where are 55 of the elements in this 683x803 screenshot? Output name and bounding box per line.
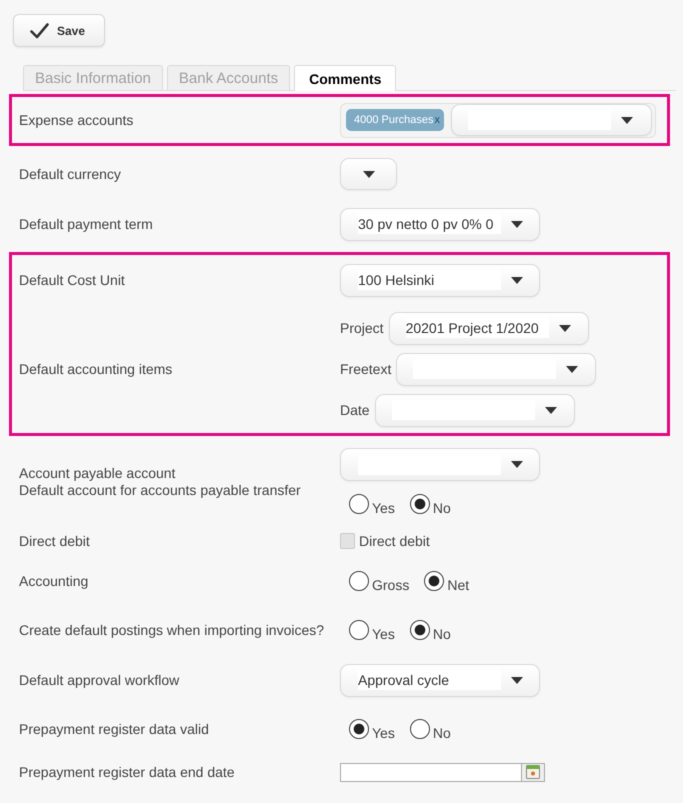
field-label: Default accounting items [19, 360, 174, 378]
radio-label: Yes [372, 500, 395, 516]
radio-label: Net [447, 576, 470, 592]
checkbox[interactable] [340, 533, 355, 549]
caret-icon [544, 406, 557, 414]
dropdown[interactable]: 20201 Project 1/2020 [388, 312, 589, 344]
radio-label: No [432, 626, 451, 642]
checkbox-label: Direct debit [359, 532, 430, 550]
field-label: Default Cost Unit [19, 272, 126, 288]
caret-icon [511, 461, 523, 468]
dropdown[interactable] [340, 158, 397, 190]
radio-label: Gross [372, 576, 410, 592]
caret-icon [566, 366, 578, 372]
field-label: Prepayment register data end date [19, 764, 236, 780]
radio-button[interactable] [349, 494, 369, 514]
field-label: Create default postings when importing invoices? [19, 622, 326, 639]
field-label: Default account for accounts payable transfer [19, 482, 302, 499]
field-label: Account payable account [19, 465, 176, 482]
calendar-icon [526, 765, 540, 779]
dropdown[interactable]: Approval cycle [340, 664, 540, 696]
save-button[interactable]: Save [13, 14, 105, 47]
caret-icon [558, 324, 571, 332]
caret-icon [511, 220, 523, 228]
tag-label: 4000 Purchases [354, 114, 434, 126]
field-label: Direct debit [19, 532, 91, 550]
checkmark-icon [30, 22, 49, 38]
dropdown[interactable]: 100 Helsinki [340, 264, 540, 296]
field-label: Expense accounts [19, 112, 134, 128]
tab[interactable]: Comments [294, 65, 396, 91]
field-label: Default currency [19, 166, 122, 182]
radio-label: No [432, 500, 451, 516]
field-label: Freetext [340, 360, 392, 378]
radio-button[interactable] [410, 718, 430, 738]
dropdown[interactable]: 30 pv netto 0 pv 0% 0 [340, 208, 540, 240]
field-label: Project [340, 320, 384, 336]
radio-button[interactable] [349, 620, 369, 640]
field-label: Date [340, 402, 370, 418]
radio-button[interactable] [410, 494, 430, 514]
caret-icon [511, 276, 523, 284]
radio-label: Yes [372, 626, 395, 642]
field-label: Default payment term [19, 216, 154, 232]
radio-button[interactable] [424, 570, 444, 590]
field-label: Prepayment register data valid [19, 721, 210, 738]
date-input-field[interactable] [340, 762, 522, 782]
caret-icon [621, 116, 633, 124]
radio-button[interactable] [349, 570, 369, 590]
caret-icon [363, 170, 375, 178]
calendar-button[interactable] [522, 762, 545, 782]
field-label: Accounting [19, 573, 90, 590]
field-label: Default approval workflow [19, 672, 180, 688]
radio-button[interactable] [410, 620, 430, 640]
radio-label: Yes [372, 724, 395, 740]
caret-icon [511, 676, 523, 684]
radio-label: No [432, 724, 451, 740]
radio-button[interactable] [349, 718, 369, 738]
